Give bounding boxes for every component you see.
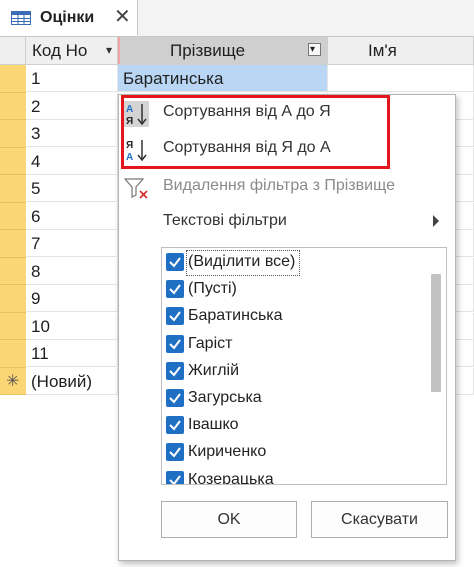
tab-title: Оцінки xyxy=(40,9,95,26)
cancel-button[interactable]: Скасувати xyxy=(311,501,448,538)
column-header-id[interactable]: Код Но ▾ xyxy=(26,37,118,64)
row-selector[interactable] xyxy=(0,340,26,368)
cell-id[interactable]: 1 xyxy=(26,65,118,92)
document-tab-bar: Оцінки ✕ xyxy=(0,0,474,37)
row-selector[interactable] xyxy=(0,120,26,148)
chevron-down-icon: ▾ xyxy=(310,44,316,55)
cell-id[interactable]: 11 xyxy=(26,340,118,367)
row-selector[interactable] xyxy=(0,92,26,120)
cell-name[interactable] xyxy=(328,65,474,92)
checkbox-checked-icon[interactable] xyxy=(166,416,184,435)
filter-value-item[interactable]: (Виділити все) xyxy=(162,250,432,277)
checkbox-checked-icon[interactable] xyxy=(166,361,184,380)
clear-filter-label: Видалення фільтра з Прізвище xyxy=(163,177,395,194)
row-selector[interactable] xyxy=(0,230,26,258)
filter-value-item[interactable]: Жиглій xyxy=(162,359,432,386)
filter-value-label: Загурська xyxy=(188,389,262,406)
cell-surname[interactable]: Баратинська xyxy=(118,65,328,92)
new-record-cell[interactable]: (Новий) xyxy=(26,367,118,395)
filter-value-label: Кириченко xyxy=(188,443,267,461)
filter-value-item[interactable]: Козерацька xyxy=(162,468,432,485)
row-selector[interactable] xyxy=(0,147,26,175)
column-header-label: Код Но xyxy=(32,41,88,60)
new-record-icon: ✳ xyxy=(6,372,20,390)
cell-id[interactable]: 8 xyxy=(26,257,118,285)
filter-value-label: (Пусті) xyxy=(188,280,237,298)
text-filters-label: Текстові фільтри xyxy=(163,212,287,229)
column-header-label: Прізвище xyxy=(170,41,246,60)
filter-value-item[interactable]: (Пусті) xyxy=(162,277,432,304)
tab-ocinky[interactable]: Оцінки ✕ xyxy=(0,0,138,36)
filter-value-label: Гаріст xyxy=(188,334,233,352)
checkbox-checked-icon[interactable] xyxy=(166,307,184,326)
cell-id[interactable]: 9 xyxy=(26,285,118,312)
checkbox-checked-icon[interactable] xyxy=(166,253,184,271)
filter-dropdown-button[interactable]: ▾ xyxy=(308,43,321,56)
ok-button[interactable]: OK xyxy=(161,501,297,538)
cell-id[interactable]: 10 xyxy=(26,312,118,340)
row-selector[interactable] xyxy=(0,202,26,230)
filter-value-item[interactable]: Гаріст xyxy=(162,332,432,359)
focus-outline xyxy=(186,250,300,276)
new-row-selector[interactable]: ✳ xyxy=(0,367,26,395)
cell-id[interactable]: 4 xyxy=(26,147,118,175)
filter-value-label: Жиглій xyxy=(188,361,240,379)
column-header-row: Код Но ▾ Прізвище ▾ Ім'я xyxy=(0,37,474,65)
clear-filter-item[interactable]: Видалення фільтра з Прізвище xyxy=(119,171,455,203)
highlight-annotation xyxy=(121,95,390,169)
filter-values-list[interactable]: (Виділити все) (Пусті) Баратинська Гаріст Жи… xyxy=(161,247,447,485)
cell-id[interactable]: 6 xyxy=(26,202,118,230)
column-header-name[interactable]: Ім'я xyxy=(328,37,474,64)
table-icon xyxy=(11,11,31,25)
filter-value-item[interactable]: Баратинська xyxy=(162,304,432,331)
text-filters-item[interactable]: Текстові фільтри xyxy=(119,206,455,238)
submenu-arrow-icon xyxy=(433,215,439,227)
select-all-corner[interactable] xyxy=(0,37,26,64)
column-header-surname[interactable]: Прізвище ▾ xyxy=(118,37,328,64)
row-selector[interactable] xyxy=(0,65,26,93)
checkbox-checked-icon[interactable] xyxy=(166,389,184,407)
filter-value-item[interactable]: Кириченко xyxy=(162,440,432,467)
filter-value-item[interactable]: Івашко xyxy=(162,413,432,440)
row-selector[interactable] xyxy=(0,175,26,203)
filter-value-label: Баратинська xyxy=(188,307,283,325)
cell-id[interactable]: 7 xyxy=(26,230,118,257)
scrollbar-thumb[interactable] xyxy=(431,274,441,392)
checkbox-checked-icon[interactable] xyxy=(166,280,184,299)
filter-value-label: Івашко xyxy=(188,416,239,434)
cell-id[interactable]: 2 xyxy=(26,92,118,120)
dropdown-arrow-icon[interactable]: ▾ xyxy=(106,37,112,64)
row-selector[interactable] xyxy=(0,312,26,340)
clear-filter-icon xyxy=(123,178,148,199)
filter-value-label: Козерацька xyxy=(188,470,274,485)
cell-id[interactable]: 5 xyxy=(26,175,118,202)
cell-id[interactable]: 3 xyxy=(26,120,118,147)
checkbox-checked-icon[interactable] xyxy=(166,470,184,484)
row-selector[interactable] xyxy=(0,257,26,285)
close-icon[interactable]: ✕ xyxy=(114,6,131,28)
checkbox-checked-icon[interactable] xyxy=(166,334,184,353)
row-selector[interactable] xyxy=(0,285,26,313)
filter-value-item[interactable]: Загурська xyxy=(162,386,432,413)
checkbox-checked-icon[interactable] xyxy=(166,443,184,462)
column-header-label: Ім'я xyxy=(368,41,397,60)
